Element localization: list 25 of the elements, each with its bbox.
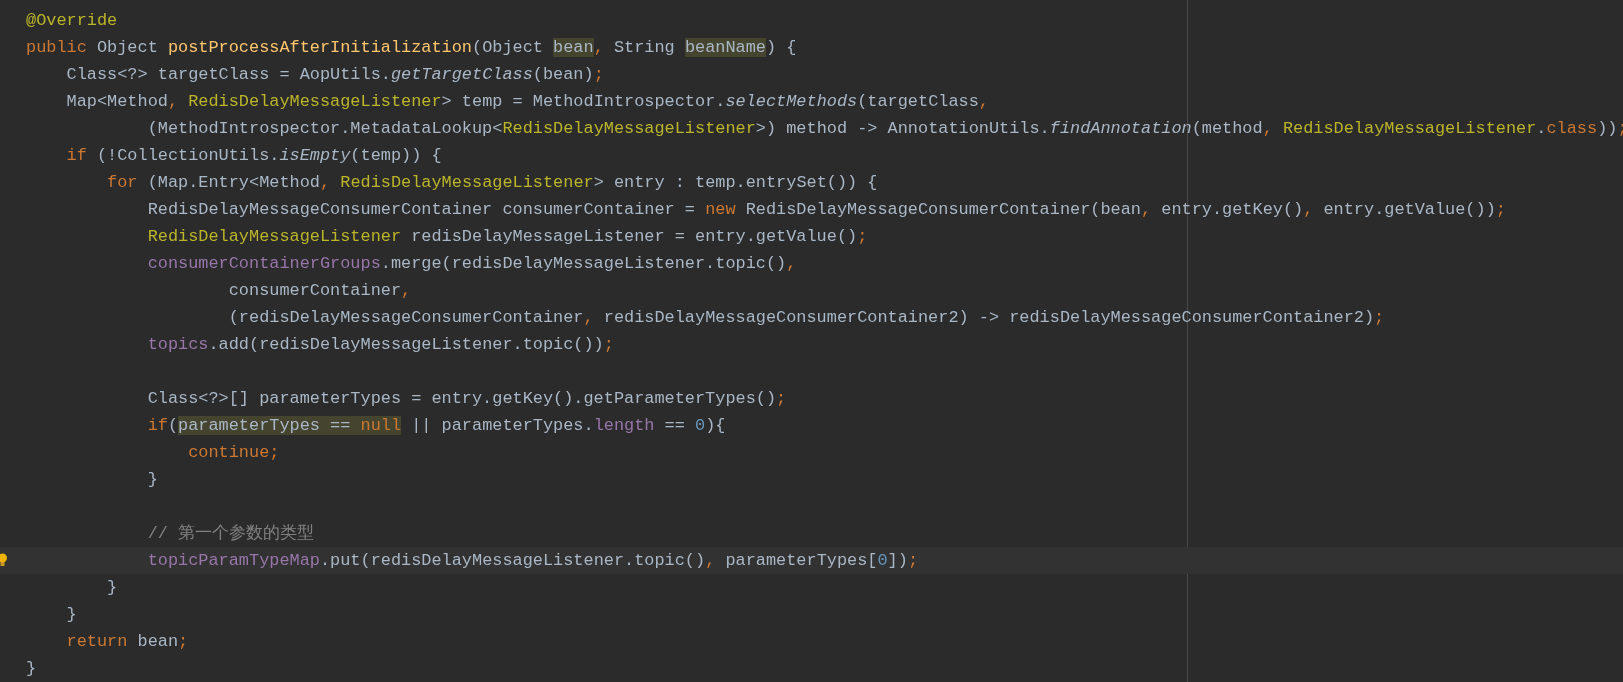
code-line: RedisDelayMessageConsumerContainer consumerContainer = new RedisDelayMessageConsumerContainer(bean, entry.getKey(), entry.getValue()); [146, 199, 1506, 221]
code-line: } [26, 658, 37, 680]
code-line: } [106, 577, 118, 599]
code-line: } [146, 469, 158, 491]
code-line: (MethodIntrospector.MetadataLookup<RedisDelayMessageListener>) method -> AnnotationUtils.findAnnotation(method, RedisDelayMessageListener.class)); [146, 118, 1623, 140]
code-line: continue; [187, 442, 280, 464]
code-line: // 第一个参数的类型 [146, 523, 315, 545]
lightbulb-icon[interactable] [0, 553, 7, 567]
code-line: if(parameterTypes == null || parameterTypes.length == 0){ [146, 415, 726, 437]
code-line: consumerContainerGroups.merge(redisDelayMessageListener.topic(), [146, 253, 797, 275]
code-line: (redisDelayMessageConsumerContainer, redisDelayMessageConsumerContainer2) -> redisDelayMessageConsumerContainer2); [227, 307, 1385, 329]
code-line: if (!CollectionUtils.isEmpty(temp)) { [65, 145, 442, 167]
code-line: topics.add(redisDelayMessageListener.topic()); [146, 334, 614, 356]
code-line: Map<Method, RedisDelayMessageListener> temp = MethodIntrospector.selectMethods(targetClass, [65, 91, 989, 113]
code-line: @Override [26, 10, 118, 32]
code-line: for (Map.Entry<Method, RedisDelayMessageListener> entry : temp.entrySet()) { [106, 172, 878, 194]
code-line: Class<?> targetClass = AopUtils.getTargetClass(bean); [65, 64, 604, 86]
code-line: } [65, 604, 77, 626]
code-line: topicParamTypeMap.put(redisDelayMessageListener.topic(), parameterTypes[0]); [146, 550, 918, 572]
code-editor[interactable] [0, 0, 1623, 682]
code-line: public Object postProcessAfterInitialization(Object bean, String beanName) { [26, 37, 797, 59]
code-line: return bean; [65, 631, 189, 653]
code-line: RedisDelayMessageListener redisDelayMessageListener = entry.getValue(); [146, 226, 868, 248]
code-line: Class<?>[] parameterTypes = entry.getKey().getParameterTypes(); [146, 388, 787, 410]
code-line: consumerContainer, [227, 280, 412, 302]
